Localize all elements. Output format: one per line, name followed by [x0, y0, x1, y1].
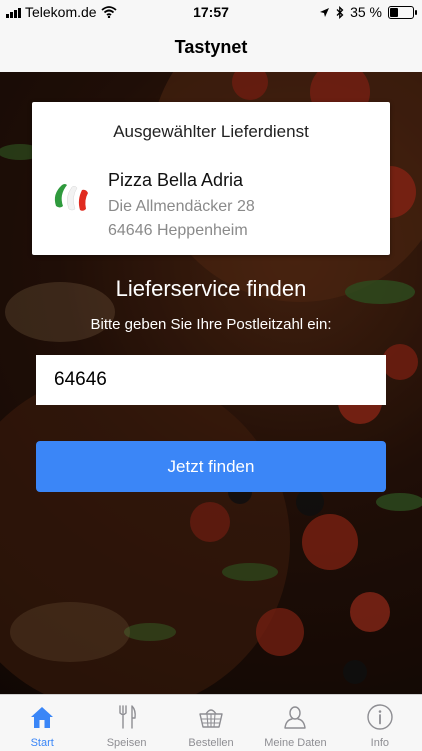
status-bar: Telekom.de 17:57 35 % — [0, 0, 422, 24]
cutlery-icon — [118, 705, 136, 729]
home-icon — [31, 707, 54, 728]
tab-label-info: Info — [370, 737, 389, 749]
bluetooth-icon — [336, 5, 344, 19]
tab-label-bestellen: Bestellen — [188, 737, 234, 749]
postal-code-input[interactable] — [36, 355, 386, 405]
tab-label-start: Start — [30, 737, 54, 749]
restaurant-name: Pizza Bella Adria — [108, 170, 244, 190]
user-icon — [284, 706, 307, 729]
basket-icon — [199, 709, 223, 728]
find-now-button[interactable]: Jetzt finden — [36, 441, 386, 492]
tab-bestellen[interactable]: Bestellen — [169, 695, 253, 751]
selected-delivery-service-card[interactable]: Ausgewählter Lieferdienst Pizza Bella Ad… — [32, 102, 390, 255]
restaurant-street: Die Allmendäcker 28 — [108, 198, 255, 215]
location-arrow-icon — [320, 7, 330, 17]
info-icon — [367, 704, 393, 730]
tab-speisen[interactable]: Speisen — [84, 695, 168, 751]
card-heading: Ausgewählter Lieferdienst — [113, 122, 309, 141]
tab-meine-daten[interactable]: Meine Daten — [253, 695, 337, 751]
tab-start[interactable]: Start — [0, 695, 84, 751]
finder-title: Lieferservice finden — [115, 276, 307, 301]
navigation-bar: Tastynet — [0, 24, 422, 73]
page-title: Tastynet — [174, 37, 248, 57]
italy-flag-logo-icon — [51, 177, 91, 217]
tab-bar: Start Speisen Bestellen Meine Daten Info — [0, 694, 422, 751]
tab-label-speisen: Speisen — [106, 737, 147, 749]
tab-label-meine-daten: Meine Daten — [264, 737, 327, 749]
status-right: 35 % — [319, 4, 417, 20]
battery-icon — [388, 5, 417, 19]
finder-prompt: Bitte geben Sie Ihre Postleitzahl ein: — [90, 316, 332, 333]
restaurant-city: 64646 Heppenheim — [108, 222, 248, 239]
tab-info[interactable]: Info — [338, 695, 422, 751]
battery-percent: 35 % — [350, 4, 382, 20]
